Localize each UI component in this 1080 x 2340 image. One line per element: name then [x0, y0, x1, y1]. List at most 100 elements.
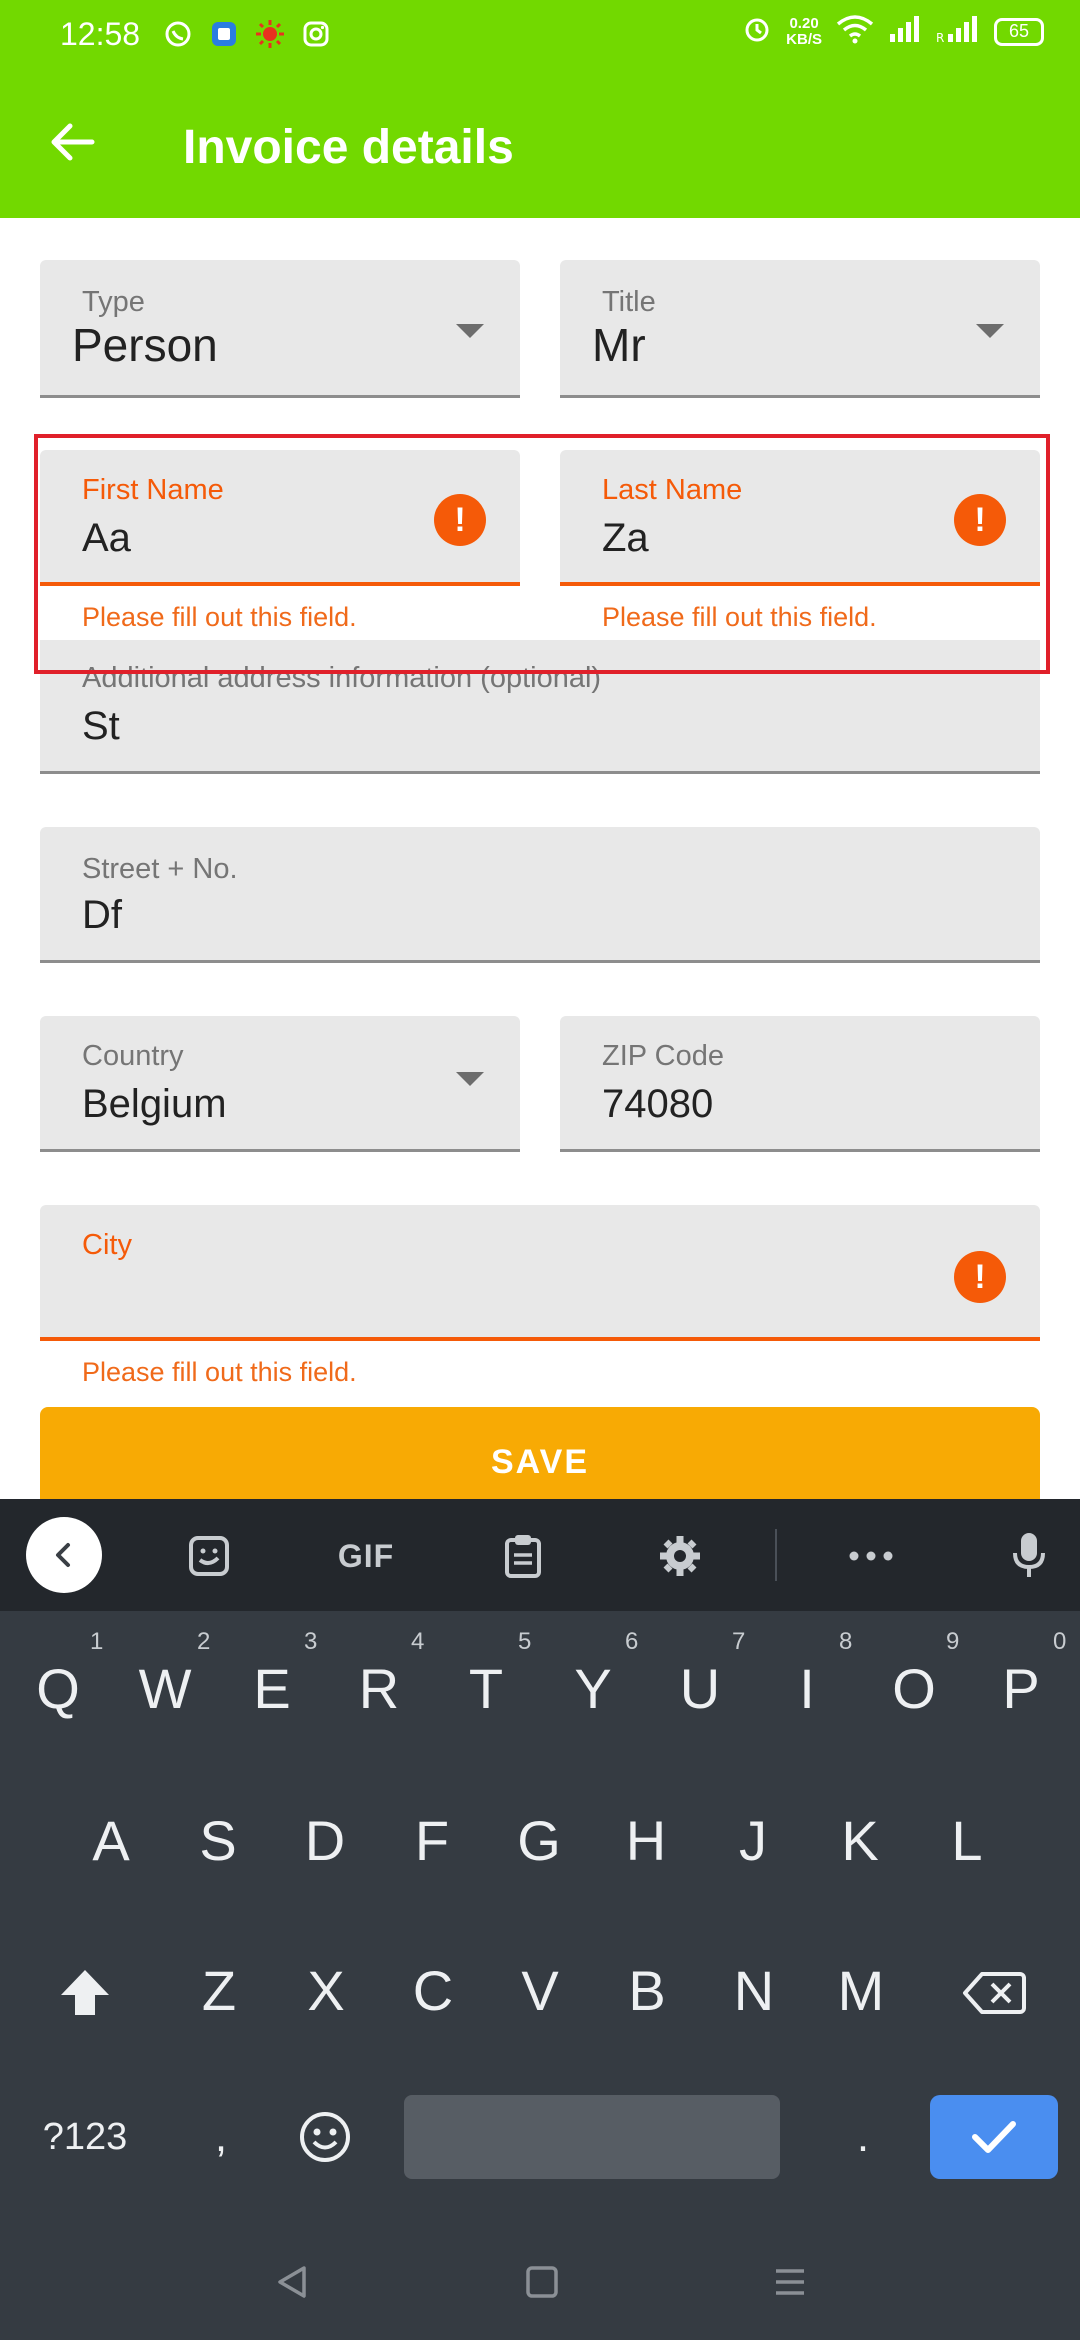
emoji-key[interactable]: [290, 2095, 360, 2179]
keyboard-collapse-button[interactable]: [26, 1517, 102, 1593]
chevron-left-icon: [56, 1543, 70, 1567]
key-s[interactable]: S: [182, 1798, 254, 1882]
country-label: Country: [82, 1040, 184, 1072]
nav-menu-button[interactable]: [770, 2262, 810, 2312]
city-field[interactable]: City !: [40, 1205, 1040, 1341]
key-l[interactable]: L: [931, 1798, 1003, 1882]
title-dropdown[interactable]: Title Mr: [560, 260, 1040, 398]
instagram-icon: [300, 18, 332, 50]
status-time: 12:58: [60, 16, 141, 52]
sticker-button[interactable]: [184, 1531, 234, 1581]
key-hint: 8: [839, 1628, 853, 1655]
key-e[interactable]: E: [236, 1646, 308, 1730]
country-dropdown[interactable]: Country Belgium: [40, 1016, 520, 1152]
network-speed: 0.20 KB/S: [786, 14, 822, 48]
country-value: Belgium: [82, 1082, 227, 1126]
title-label: Title: [602, 286, 656, 318]
app-icon: [208, 18, 240, 50]
type-value: Person: [72, 319, 218, 371]
key-b[interactable]: B: [611, 1948, 683, 2032]
zip-code-field[interactable]: ZIP Code 74080: [560, 1016, 1040, 1152]
microphone-button[interactable]: [1010, 1531, 1048, 1581]
status-bar: 12:58 0.20 KB/S R 65: [0, 0, 1080, 70]
space-key[interactable]: [404, 2095, 780, 2179]
key-a[interactable]: A: [75, 1798, 147, 1882]
type-dropdown[interactable]: Type Person: [40, 260, 520, 398]
key-hint: 0: [1053, 1628, 1067, 1655]
smiley-icon: [300, 2112, 350, 2162]
menu-icon: [776, 2269, 804, 2295]
page-title: Invoice details: [183, 121, 514, 174]
key-hint: 3: [304, 1628, 318, 1655]
nav-home-button[interactable]: [522, 2262, 562, 2312]
clipboard-icon: [505, 1535, 541, 1578]
key-k[interactable]: K: [824, 1798, 896, 1882]
key-p[interactable]: P: [985, 1646, 1057, 1730]
zip-code-value: 74080: [602, 1082, 714, 1126]
key-u[interactable]: U: [664, 1646, 736, 1730]
microphone-icon: [1013, 1533, 1045, 1577]
key-j[interactable]: J: [717, 1798, 789, 1882]
toolbar-divider: [775, 1529, 777, 1581]
chevron-down-icon: [456, 324, 484, 338]
type-label: Type: [82, 286, 145, 318]
key-v[interactable]: V: [504, 1948, 576, 2032]
nav-back-button[interactable]: [272, 2262, 312, 2312]
street-field[interactable]: Street + No. Df: [40, 827, 1040, 963]
gif-button[interactable]: GIF: [330, 1531, 402, 1581]
keyboard-toolbar: GIF: [0, 1499, 1080, 1611]
error-icon: !: [954, 1251, 1006, 1303]
symbols-key[interactable]: ?123: [30, 2095, 140, 2179]
key-d[interactable]: D: [289, 1798, 361, 1882]
backspace-key[interactable]: [958, 1953, 1030, 2033]
key-c[interactable]: C: [397, 1948, 469, 2032]
street-value: Df: [82, 893, 122, 937]
key-i[interactable]: I: [771, 1646, 843, 1730]
key-f[interactable]: F: [396, 1798, 468, 1882]
clipboard-button[interactable]: [500, 1531, 546, 1581]
key-y[interactable]: Y: [557, 1646, 629, 1730]
shift-icon: [61, 1970, 109, 2015]
system-icons: 0.20 KB/S R 65: [742, 14, 1044, 49]
battery-indicator: 65: [994, 17, 1044, 46]
key-h[interactable]: H: [610, 1798, 682, 1882]
enter-key[interactable]: [930, 2095, 1058, 2179]
wifi-icon: [836, 14, 874, 49]
key-hint: 7: [732, 1628, 746, 1655]
svg-text:R: R: [936, 31, 944, 44]
settings-button[interactable]: [656, 1531, 704, 1581]
comma-key[interactable]: ,: [196, 2095, 246, 2179]
square-home-icon: [526, 2266, 558, 2298]
back-button[interactable]: [40, 110, 104, 174]
more-button[interactable]: [846, 1531, 896, 1581]
key-n[interactable]: N: [718, 1948, 790, 2032]
key-hint: 5: [518, 1628, 532, 1655]
notification-icons: [162, 18, 332, 50]
key-g[interactable]: G: [503, 1798, 575, 1882]
checkmark-icon: [972, 2121, 1016, 2153]
signal-roaming-icon: R: [936, 14, 980, 49]
more-horizontal-icon: [849, 1551, 893, 1561]
triangle-back-icon: [278, 2266, 306, 2298]
key-z[interactable]: Z: [183, 1948, 255, 2032]
city-error: Please fill out this field.: [82, 1357, 357, 1387]
key-q[interactable]: Q: [22, 1646, 94, 1730]
gear-icon: [660, 1536, 700, 1576]
additional-address-value: St: [82, 704, 120, 748]
key-r[interactable]: R: [343, 1646, 415, 1730]
key-o[interactable]: O: [878, 1646, 950, 1730]
key-m[interactable]: M: [825, 1948, 897, 2032]
key-t[interactable]: T: [450, 1646, 522, 1730]
backspace-icon: [963, 1972, 1026, 2014]
key-hint: 6: [625, 1628, 639, 1655]
period-key[interactable]: .: [838, 2095, 888, 2179]
network-speed-value: 0.20: [789, 14, 819, 32]
key-w[interactable]: W: [129, 1646, 201, 1730]
key-hint: 9: [946, 1628, 960, 1655]
street-label: Street + No.: [82, 853, 238, 885]
network-speed-unit: KB/S: [786, 30, 822, 48]
shift-key[interactable]: [50, 1953, 120, 2033]
alarm-icon: [742, 14, 772, 49]
key-x[interactable]: X: [290, 1948, 362, 2032]
arrow-left-icon: [51, 123, 95, 161]
